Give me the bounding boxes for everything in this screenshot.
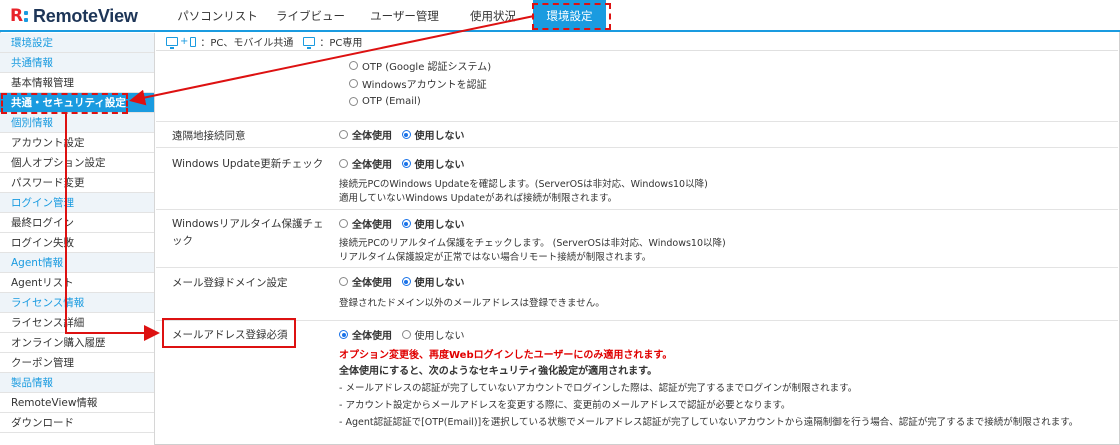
radio-icon bbox=[339, 277, 348, 286]
radio-selected-icon bbox=[401, 159, 411, 168]
sidebar-head-common[interactable]: 共通情報 bbox=[0, 53, 154, 73]
settings-content: OTP (Google 認証システム) Windowsアカウントを認証 OTP … bbox=[156, 52, 1118, 445]
nav-pc-list[interactable]: パソコンリスト bbox=[170, 0, 265, 32]
lead-text: 全体使用にすると、次のようなセキュリティ強化設定が適用されます。 bbox=[339, 366, 658, 377]
setting-options: 全体使用 使用しない bbox=[339, 327, 471, 342]
sidebar-item-personal-options[interactable]: 個人オプション設定 bbox=[0, 153, 154, 173]
logo-text: RemoteView bbox=[33, 5, 138, 26]
option-not-use[interactable]: 使用しない bbox=[401, 327, 465, 342]
sidebar-item-basic-info[interactable]: 基本情報管理 bbox=[0, 73, 154, 93]
legend-pc-only: ：PC専用 bbox=[319, 38, 363, 49]
radio-icon bbox=[339, 130, 348, 139]
radio-selected-icon bbox=[401, 277, 411, 286]
setting-options: 全体使用 使用しない bbox=[339, 274, 471, 289]
nav-usage-status[interactable]: 使用状況 bbox=[453, 0, 533, 32]
sidebar-head-individual[interactable]: 個別情報 bbox=[0, 113, 154, 133]
radio-selected-icon bbox=[401, 130, 411, 139]
setting-row-mail-required: メールアドレス登録必須 全体使用 使用しない オプション変更後、再度Webログイ… bbox=[156, 320, 1118, 445]
radio-icon bbox=[339, 219, 348, 228]
sidebar-item-login-failure[interactable]: ログイン失敗 bbox=[0, 233, 154, 253]
radio-icon bbox=[349, 78, 358, 88]
logo[interactable]: R RemoteView bbox=[10, 6, 138, 26]
annotation-highlight-nav bbox=[532, 3, 611, 30]
setting-row-windows-update: Windows Update更新チェック 全体使用 使用しない 接続元PCのWi… bbox=[156, 147, 1118, 209]
plus-icon: + bbox=[180, 36, 189, 47]
setting-label: Windows Update更新チェック bbox=[172, 158, 324, 170]
radio-icon bbox=[349, 96, 358, 106]
sidebar-item-download[interactable]: ダウンロード bbox=[0, 413, 154, 433]
legend-pc-mobile: ：PC、モバイル共通 bbox=[200, 38, 294, 49]
monitor-icon bbox=[166, 37, 178, 49]
option-use-all[interactable]: 全体使用 bbox=[339, 156, 392, 171]
sidebar-head-agent[interactable]: Agent情報 bbox=[0, 253, 154, 273]
sidebar-item-coupon[interactable]: クーポン管理 bbox=[0, 353, 154, 373]
sidebar-item-online-purchase[interactable]: オンライン購入履歴 bbox=[0, 333, 154, 353]
sidebar-item-remoteview-info[interactable]: RemoteView情報 bbox=[0, 393, 154, 413]
clipped-row bbox=[349, 48, 491, 56]
sidebar-head-environment[interactable]: 環境設定 bbox=[0, 33, 154, 53]
sidebar-head-login[interactable]: ログイン管理 bbox=[0, 193, 154, 213]
setting-label: 遠隔地接続同意 bbox=[172, 130, 246, 142]
setting-options: 全体使用 使用しない bbox=[339, 127, 471, 142]
bullet-text: - Agent認証認証で[OTP(Email)]を選択している状態でメールアドレ… bbox=[339, 417, 1079, 428]
option-use-all[interactable]: 全体使用 bbox=[339, 327, 392, 342]
radio-selected-icon bbox=[401, 219, 411, 228]
option-use-all[interactable]: 全体使用 bbox=[339, 274, 392, 289]
option-not-use[interactable]: 使用しない bbox=[401, 274, 465, 289]
sidebar-item-password[interactable]: パスワード変更 bbox=[0, 173, 154, 193]
radio-icon bbox=[339, 159, 348, 168]
auth-option[interactable]: OTP (Google 認証システム) bbox=[349, 56, 491, 74]
setting-label: メール登録ドメイン設定 bbox=[172, 277, 288, 289]
bullet-text: - メールアドレスの認証が完了していないアカウントでログインした際は、認証が完了… bbox=[339, 383, 858, 394]
setting-row-remote-consent: 遠隔地接続同意 全体使用 使用しない bbox=[156, 121, 1118, 147]
option-use-all[interactable]: 全体使用 bbox=[339, 127, 392, 142]
annotation-highlight-sidebar bbox=[1, 93, 128, 114]
nav-live-view[interactable]: ライブビュー bbox=[265, 0, 356, 32]
monitor-icon bbox=[303, 37, 316, 49]
option-use-all[interactable]: 全体使用 bbox=[339, 216, 392, 231]
option-not-use[interactable]: 使用しない bbox=[401, 127, 465, 142]
radio-icon bbox=[349, 60, 358, 70]
setting-label: Windowsリアルタイム保護チェ ック bbox=[172, 218, 324, 247]
setting-row-mail-domain: メール登録ドメイン設定 全体使用 使用しない 登録されたドメイン以外のメールアド… bbox=[156, 267, 1118, 320]
option-not-use[interactable]: 使用しない bbox=[401, 156, 465, 171]
setting-description: オプション変更後、再度Webログインしたユーザーにのみ適用されます。 全体使用に… bbox=[339, 348, 1114, 431]
setting-description: 接続元PCのWindows Updateを確認します。(ServerOSは非対応… bbox=[339, 179, 708, 204]
setting-description: 登録されたドメイン以外のメールアドレスは登録できません。 bbox=[339, 298, 605, 309]
setting-row-realtime-protection: Windowsリアルタイム保護チェ ック 全体使用 使用しない 接続元PCのリア… bbox=[156, 209, 1118, 267]
auth-option[interactable]: OTP (Email) bbox=[349, 92, 491, 110]
logo-icon: R bbox=[10, 8, 28, 25]
radio-icon bbox=[401, 330, 411, 339]
setting-description: 接続元PCのリアルタイム保護をチェックします。 (ServerOSは非対応、Wi… bbox=[339, 238, 726, 263]
radio-selected-icon bbox=[339, 330, 348, 339]
auth-option[interactable]: Windowsアカウントを認証 bbox=[349, 74, 491, 92]
option-not-use[interactable]: 使用しない bbox=[401, 216, 465, 231]
setting-options: 全体使用 使用しない bbox=[339, 216, 471, 231]
auth-option-list: OTP (Google 認証システム) Windowsアカウントを認証 OTP … bbox=[349, 48, 491, 110]
sidebar-head-product[interactable]: 製品情報 bbox=[0, 373, 154, 393]
sidebar-head-license[interactable]: ライセンス情報 bbox=[0, 293, 154, 313]
bullet-text: - アカウント設定からメールアドレスを変更する際に、変更前のメールアドレスで認証… bbox=[339, 400, 791, 411]
sidebar-item-license-detail[interactable]: ライセンス詳細 bbox=[0, 313, 154, 333]
sidebar-item-agent-list[interactable]: Agentリスト bbox=[0, 273, 154, 293]
sidebar-item-account[interactable]: アカウント設定 bbox=[0, 133, 154, 153]
setting-options: 全体使用 使用しない bbox=[339, 156, 471, 171]
annotation-highlight-setting bbox=[162, 318, 296, 348]
phone-icon bbox=[190, 36, 197, 47]
platform-legend: + ：PC、モバイル共通 ：PC専用 bbox=[156, 33, 1118, 51]
warning-text: オプション変更後、再度Webログインしたユーザーにのみ適用されます。 bbox=[339, 350, 673, 361]
nav-user-management[interactable]: ユーザー管理 bbox=[356, 0, 453, 32]
sidebar-item-last-login[interactable]: 最終ログイン bbox=[0, 213, 154, 233]
